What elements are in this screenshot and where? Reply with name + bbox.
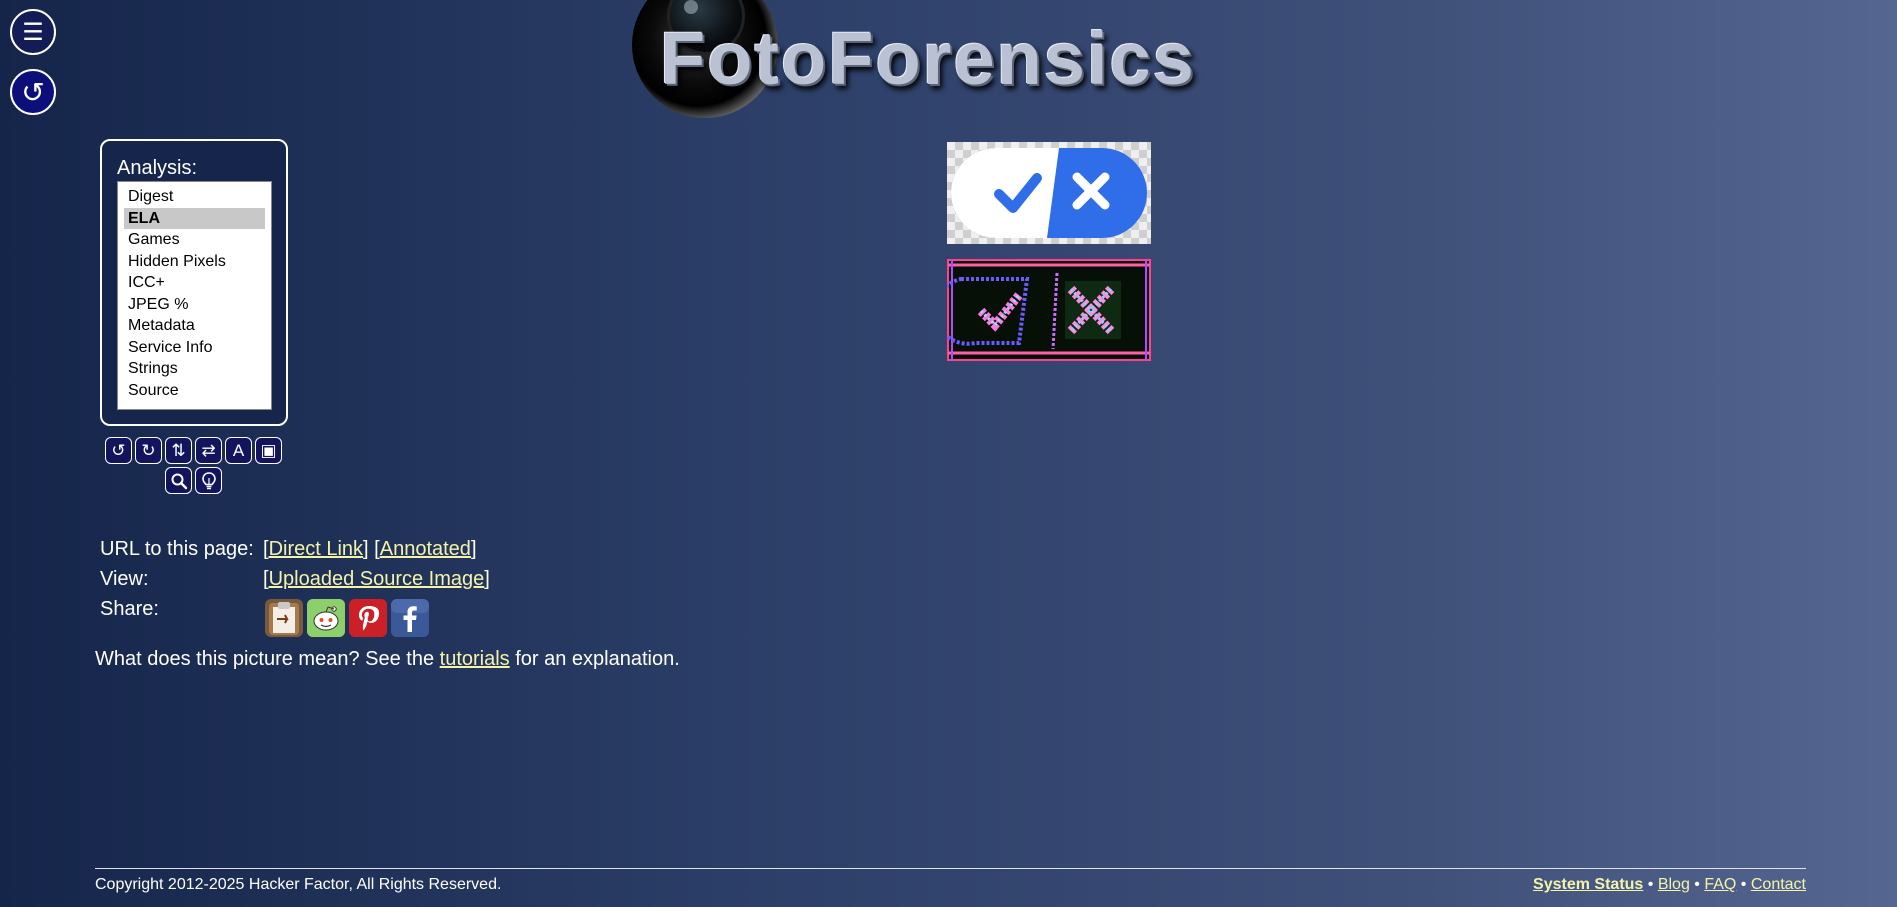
pinterest-icon[interactable]	[349, 599, 387, 637]
system-status-link[interactable]: System Status	[1533, 876, 1643, 893]
explanation-suffix: for an explanation.	[509, 648, 680, 670]
explanation-prefix: What does this picture mean? See the	[95, 648, 440, 670]
magnifier-icon	[171, 473, 187, 489]
ela-noise-image	[933, 259, 1151, 361]
footer-divider	[95, 868, 1806, 869]
rotate-right-button[interactable]: ↻	[135, 437, 162, 464]
lightbulb-button[interactable]	[195, 467, 222, 494]
tutorials-link[interactable]: tutorials	[440, 648, 510, 670]
analysis-title: Analysis:	[117, 157, 198, 179]
analysis-item-icc[interactable]: ICC+	[124, 272, 265, 294]
rotate-right-icon: ↻	[141, 440, 156, 460]
site-logo: FotoForensics	[630, 0, 1270, 122]
faq-link[interactable]: FAQ	[1704, 876, 1736, 893]
lightbulb-icon	[201, 471, 216, 489]
flip-horizontal-button[interactable]: ⇄	[195, 437, 222, 464]
url-links: [Direct Link] [Annotated]	[263, 538, 477, 561]
analysis-item-digest[interactable]: Digest	[124, 186, 265, 208]
rotate-left-icon: ↺	[111, 440, 126, 460]
frame-icon: ▣	[260, 440, 277, 460]
reddit-icon[interactable]	[307, 599, 345, 637]
footer-links: System Status • Blog • FAQ • Contact	[1533, 876, 1806, 894]
share-label: Share:	[100, 598, 159, 620]
flip-horizontal-icon: ⇄	[201, 440, 216, 460]
view-links: [Uploaded Source Image]	[263, 568, 490, 591]
view-label: View:	[100, 568, 149, 590]
explanation-text: What does this picture mean? See the tut…	[95, 648, 680, 671]
rotate-left-button[interactable]: ↺	[105, 437, 132, 464]
separator: •	[1736, 876, 1751, 893]
source-image	[947, 142, 1151, 244]
analysis-item-metadata[interactable]: Metadata	[124, 315, 265, 337]
clipboard-icon[interactable]	[265, 599, 303, 637]
reload-icon: ↺	[21, 76, 45, 108]
bracket: ]	[484, 568, 490, 590]
flip-vertical-icon: ⇅	[171, 440, 186, 460]
uploaded-source-link[interactable]: Uploaded Source Image	[269, 568, 485, 590]
text-icon: A	[232, 440, 245, 460]
analysis-item-strings[interactable]: Strings	[124, 358, 265, 380]
analysis-item-ela[interactable]: ELA	[124, 207, 265, 229]
analysis-item-jpeg-percent[interactable]: JPEG %	[124, 294, 265, 316]
blog-link[interactable]: Blog	[1658, 876, 1690, 893]
ela-result-image	[933, 259, 1151, 361]
reload-button[interactable]: ↺	[10, 69, 56, 115]
hamburger-icon: ☰	[22, 18, 44, 46]
separator: •	[1643, 876, 1658, 893]
analysis-item-hidden-pixels[interactable]: Hidden Pixels	[124, 251, 265, 273]
logo-text: FotoForensics	[660, 17, 1196, 100]
url-label: URL to this page:	[100, 538, 254, 560]
flip-vertical-button[interactable]: ⇅	[165, 437, 192, 464]
analysis-listbox[interactable]: Digest ELA Games Hidden Pixels ICC+ JPEG…	[117, 181, 272, 410]
frame-button[interactable]: ▣	[255, 437, 282, 464]
analysis-panel: Analysis: Digest ELA Games Hidden Pixels…	[100, 139, 288, 426]
facebook-icon[interactable]	[391, 599, 429, 637]
magnifier-button[interactable]	[165, 467, 192, 494]
bracket: ]	[363, 538, 369, 560]
text-button[interactable]: A	[225, 437, 252, 464]
direct-link[interactable]: Direct Link	[269, 538, 363, 560]
analysis-item-games[interactable]: Games	[124, 229, 265, 251]
annotated-link[interactable]: Annotated	[380, 538, 471, 560]
separator: •	[1689, 876, 1705, 893]
copyright-text: Copyright 2012-2025 Hacker Factor, All R…	[95, 876, 502, 893]
bracket: ]	[470, 538, 477, 560]
analysis-item-service-info[interactable]: Service Info	[124, 337, 265, 359]
contact-link[interactable]: Contact	[1751, 876, 1806, 893]
menu-button[interactable]: ☰	[10, 9, 56, 55]
toggle-check-x-image	[951, 148, 1147, 238]
analysis-item-source[interactable]: Source	[124, 380, 265, 402]
